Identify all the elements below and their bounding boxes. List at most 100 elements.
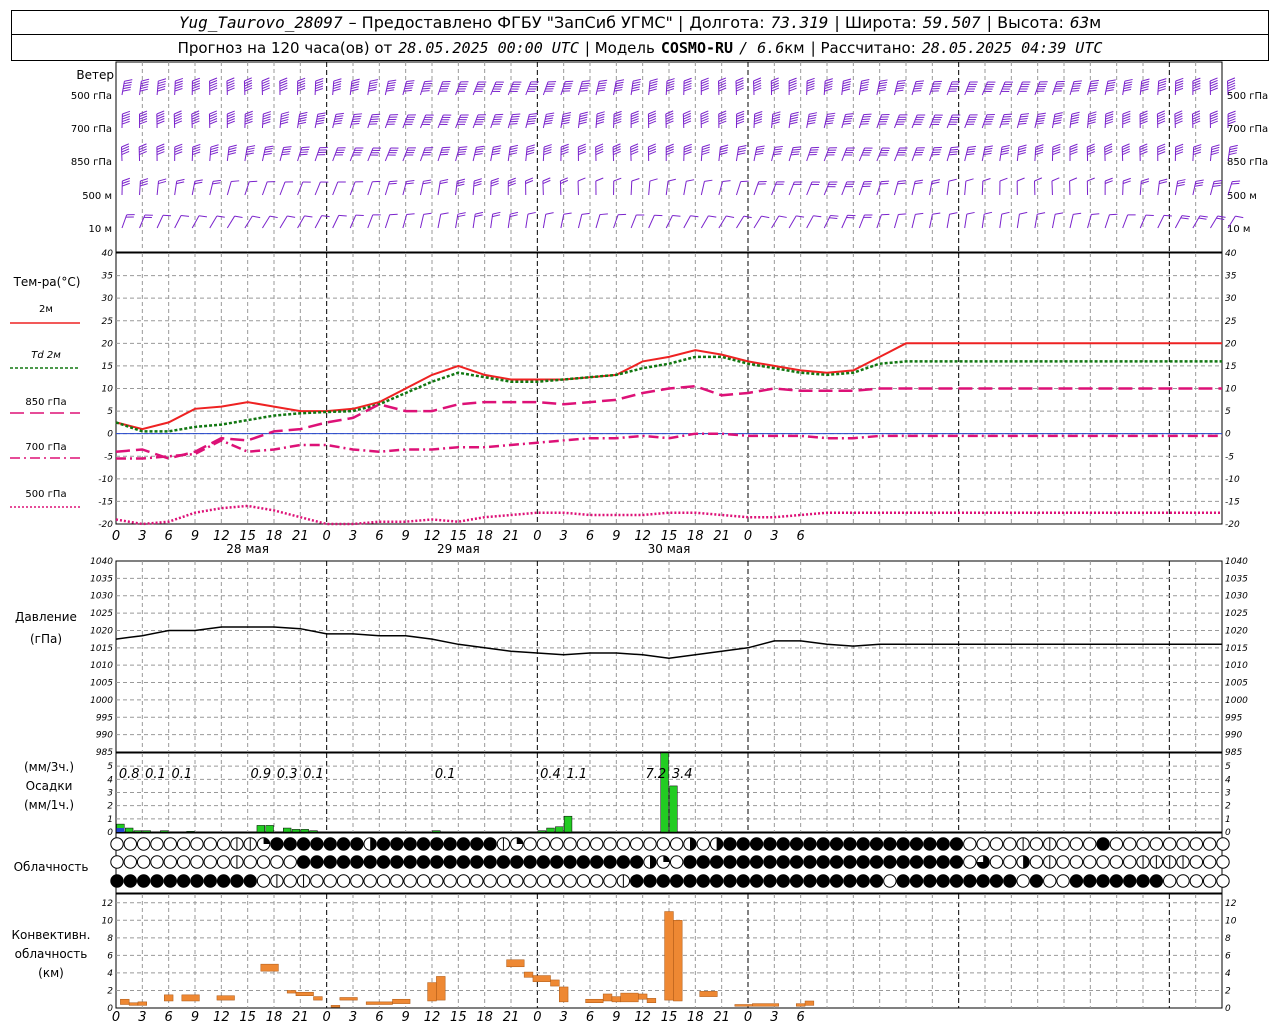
wind-barb xyxy=(1139,110,1148,129)
cloud-symbol xyxy=(470,837,484,851)
cloud-symbol xyxy=(350,855,364,869)
x-tick-label-conv: 18 xyxy=(476,1010,493,1024)
precip-bar xyxy=(546,827,555,833)
cloud-symbol xyxy=(310,837,324,851)
y-tick-right-pres: 1015 xyxy=(1225,644,1248,654)
cloud-symbol xyxy=(483,874,497,888)
y-tick-left-temp: 35 xyxy=(102,272,114,282)
wind-barb xyxy=(279,181,294,196)
precip-total-label: 7.2 xyxy=(645,767,666,782)
cloud-symbol xyxy=(1109,855,1124,869)
cloud-symbol xyxy=(629,855,644,869)
wind-level-right: 10 м xyxy=(1227,224,1250,235)
wind-barb xyxy=(472,145,485,162)
cloud-symbol xyxy=(590,874,604,888)
y-tick-left-prec: 5 xyxy=(107,762,113,772)
x-tick-label-conv: 6 xyxy=(797,1010,805,1024)
wind-barb xyxy=(718,180,731,196)
y-tick-right-conv: 2 xyxy=(1225,986,1231,996)
wind-barb xyxy=(981,211,993,229)
cloud-symbol xyxy=(963,874,977,888)
wind-barb xyxy=(244,145,256,162)
cloud-symbol xyxy=(390,855,404,869)
cloud-symbol xyxy=(1123,855,1137,869)
cloud-symbol xyxy=(656,855,671,869)
y-tick-left-conv: 6 xyxy=(107,951,113,961)
wind-barb xyxy=(893,79,906,96)
cloud-symbol xyxy=(296,874,311,888)
wind-barb xyxy=(490,113,504,129)
convective-bar xyxy=(260,963,279,972)
cloud-symbol xyxy=(949,855,964,869)
x-tick-label-conv: 21 xyxy=(292,1010,309,1024)
wind-barb xyxy=(208,110,218,129)
cloud-symbol xyxy=(150,874,164,888)
convective-bar xyxy=(532,975,551,982)
wind-barb xyxy=(700,77,709,96)
cloud-symbol xyxy=(243,855,257,869)
wind-barb xyxy=(1209,77,1218,96)
cloud-symbol xyxy=(136,874,151,888)
convective-bar xyxy=(295,991,314,996)
y-tick-right-pres: 1005 xyxy=(1225,679,1248,689)
wind-barb xyxy=(209,215,225,229)
x-tick-label-temp: 3 xyxy=(138,529,146,544)
y-tick-right-conv: 0 xyxy=(1225,1004,1231,1014)
x-tick-label-conv: 6 xyxy=(586,1010,594,1024)
wind-barb xyxy=(858,147,873,162)
wind-barb xyxy=(262,215,278,229)
x-tick-label-temp: 6 xyxy=(797,529,805,544)
wind-barb xyxy=(542,177,551,196)
wind-barb xyxy=(261,181,276,196)
cloud-symbol xyxy=(1069,855,1084,869)
wind-barb xyxy=(297,77,306,96)
y-tick-left-conv: 2 xyxy=(107,986,113,996)
wind-barb xyxy=(1016,113,1030,129)
wind-barb xyxy=(595,79,608,96)
y-tick-left-temp: 10 xyxy=(102,385,114,395)
cloud-symbol xyxy=(989,837,1004,851)
convective-bar xyxy=(313,996,323,1001)
wind-barb xyxy=(630,143,639,162)
wind-barb xyxy=(613,79,625,96)
cloud-symbol xyxy=(749,855,764,869)
wind-barb xyxy=(455,212,466,229)
cloud-symbol xyxy=(323,855,337,869)
wind-barb xyxy=(823,112,836,129)
x-tick-label-conv: 18 xyxy=(266,1010,283,1024)
wind-barb xyxy=(577,212,590,229)
cloud-symbol xyxy=(803,874,817,888)
precip-bar xyxy=(555,826,564,833)
x-tick-label-conv: 3 xyxy=(138,1010,146,1024)
y-tick-right-prec: 1 xyxy=(1225,815,1231,825)
cloud-symbol xyxy=(150,855,164,869)
cloud-symbol xyxy=(1003,855,1017,869)
wind-barb xyxy=(419,179,432,196)
wind-level-right: 700 гПа xyxy=(1227,124,1268,135)
y-tick-left-conv: 10 xyxy=(102,916,114,926)
cloud-symbol xyxy=(416,874,431,888)
y-tick-right-pres: 1025 xyxy=(1225,609,1248,619)
cloud-symbol xyxy=(1136,837,1150,851)
wind-barb xyxy=(1209,180,1223,196)
wind-barb xyxy=(577,111,588,129)
cloud-symbol xyxy=(483,837,497,851)
cloud-symbol xyxy=(843,874,857,888)
wind-barb xyxy=(244,180,258,196)
wind-barb xyxy=(437,114,452,129)
wind-barb xyxy=(630,78,641,96)
temp-legend-label-0: 2м xyxy=(39,304,53,315)
wind-barb xyxy=(1104,110,1114,129)
wind-barb xyxy=(419,212,432,229)
wind-barb xyxy=(876,147,891,162)
x-tick-label-temp: 0 xyxy=(744,529,752,544)
cloud-symbol xyxy=(550,874,564,888)
wind-barb xyxy=(507,113,521,129)
x-tick-label-conv: 3 xyxy=(560,1010,568,1024)
cloud-symbol xyxy=(430,874,444,888)
convective-bar xyxy=(734,1004,753,1007)
wind-barb xyxy=(1069,111,1080,129)
cloud-symbol xyxy=(496,855,511,869)
wind-barb xyxy=(279,215,296,229)
cloud-symbol xyxy=(896,837,910,851)
